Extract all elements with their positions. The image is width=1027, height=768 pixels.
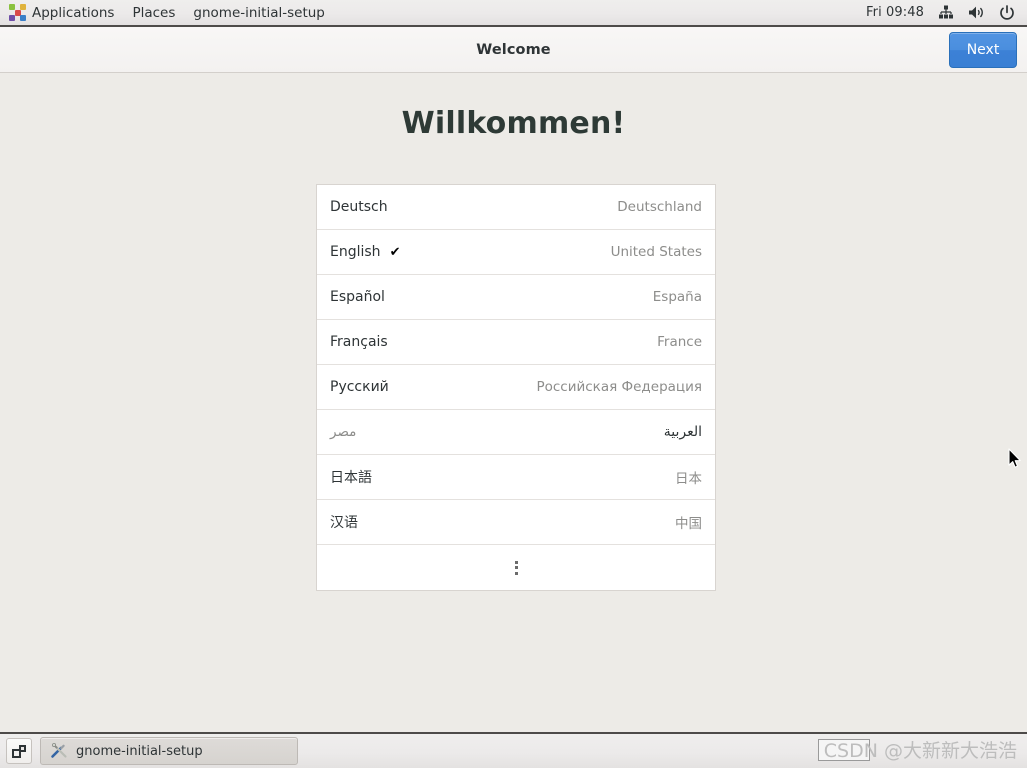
language-row[interactable]: العربية مصر <box>317 410 715 455</box>
language-country: Deutschland <box>617 199 702 215</box>
taskbar-item-label: gnome-initial-setup <box>76 743 203 759</box>
language-name-group: Русский <box>330 379 389 395</box>
language-name: 汉语 <box>330 515 358 531</box>
applications-menu[interactable]: Applications <box>0 0 123 25</box>
language-row[interactable]: Deutsch Deutschland <box>317 185 715 230</box>
window-list-taskbar: gnome-initial-setup <box>0 732 1027 768</box>
language-list: Deutsch Deutschland English ✔ United States E… <box>316 184 716 591</box>
places-menu[interactable]: Places <box>123 0 184 25</box>
show-desktop-button[interactable] <box>6 738 32 764</box>
applications-menu-label: Applications <box>32 4 115 21</box>
language-name-group: Deutsch <box>330 199 388 215</box>
language-country: France <box>657 334 702 350</box>
setup-content: Willkommen! Deutsch Deutschland English ✔ Un… <box>0 73 1027 732</box>
language-name: Deutsch <box>330 199 388 215</box>
top-panel: Applications Places gnome-initial-setup … <box>0 0 1027 27</box>
show-more-languages-button[interactable] <box>317 545 715 590</box>
desktop-screen: Applications Places gnome-initial-setup … <box>0 0 1027 768</box>
language-name-group: 汉语 <box>330 512 358 532</box>
top-panel-right: Fri 09:48 <box>866 0 1027 25</box>
language-country: 日本 <box>675 471 702 487</box>
window-headerbar: Welcome Next <box>0 27 1027 73</box>
language-country: United States <box>610 244 702 260</box>
language-name: العربية <box>663 424 702 440</box>
language-name-group: English ✔ <box>330 244 400 260</box>
places-menu-label: Places <box>132 4 176 21</box>
gnome-foot-icon <box>9 4 26 21</box>
next-button[interactable]: Next <box>949 32 1017 68</box>
more-vertical-icon <box>514 560 518 575</box>
power-icon[interactable] <box>999 4 1015 21</box>
language-name-group: 日本語 <box>330 467 372 487</box>
language-row[interactable]: Русский Российская Федерация <box>317 365 715 410</box>
clock[interactable]: Fri 09:48 <box>866 5 924 20</box>
page-title: Welcome <box>476 41 551 58</box>
check-icon: ✔ <box>389 244 401 260</box>
welcome-heading: Willkommen! <box>401 106 626 141</box>
language-name: 日本語 <box>330 470 372 486</box>
language-row[interactable]: Français France <box>317 320 715 365</box>
language-country: مصر <box>330 424 357 440</box>
top-panel-left: Applications Places gnome-initial-setup <box>0 0 334 25</box>
taskbar-item-gnome-initial-setup[interactable]: gnome-initial-setup <box>40 737 298 765</box>
language-country: 中国 <box>675 516 702 532</box>
language-name-group: Français <box>330 334 388 350</box>
volume-high-icon[interactable] <box>968 5 985 20</box>
language-name: Español <box>330 289 385 305</box>
language-name-group: Español <box>330 289 385 305</box>
language-name-group: العربية <box>664 424 702 440</box>
show-desktop-icon <box>12 744 26 758</box>
network-wired-icon[interactable] <box>938 5 954 20</box>
language-row[interactable]: 日本語 日本 <box>317 455 715 500</box>
active-window-label: gnome-initial-setup <box>193 4 325 21</box>
language-row[interactable]: 汉语 中国 <box>317 500 715 545</box>
language-row[interactable]: Español España <box>317 275 715 320</box>
language-name: English <box>330 244 381 260</box>
active-window-menu[interactable]: gnome-initial-setup <box>184 0 333 25</box>
language-country: España <box>652 289 702 305</box>
language-country: Российская Федерация <box>536 379 702 395</box>
language-name: Français <box>330 334 388 350</box>
language-name: Русский <box>330 379 389 395</box>
mouse-cursor <box>1008 448 1022 473</box>
tools-icon <box>50 742 68 759</box>
language-row[interactable]: English ✔ United States <box>317 230 715 275</box>
